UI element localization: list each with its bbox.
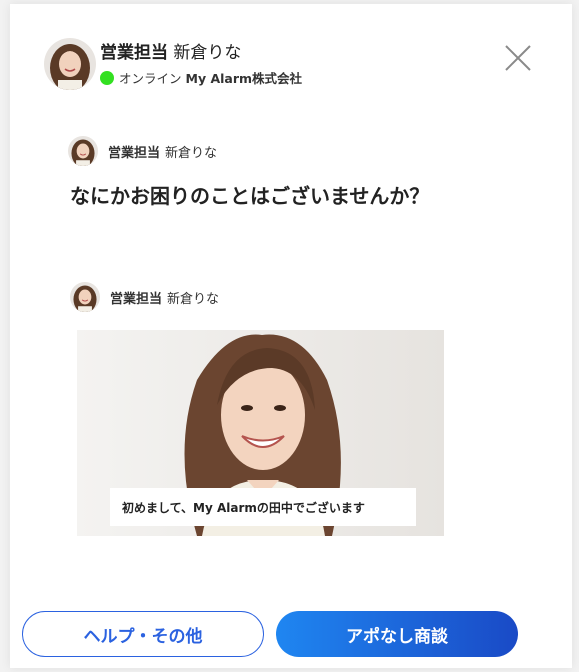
agent-name: 新倉りな bbox=[173, 43, 242, 63]
online-status-dot-icon bbox=[100, 70, 114, 85]
message-avatar bbox=[70, 282, 100, 312]
status-row: オンライン My Alarm株式会社 bbox=[100, 68, 302, 87]
company-name: My Alarm株式会社 bbox=[185, 71, 303, 86]
message-sender-name: 新倉りな bbox=[165, 145, 218, 161]
message-role: 営業担当 bbox=[108, 145, 161, 161]
instant-meeting-button[interactable]: アポなし商談 bbox=[276, 611, 518, 657]
message-header: 営業担当 新倉りな bbox=[68, 136, 217, 166]
agent-header-name: 営業担当 新倉りな bbox=[100, 38, 241, 63]
close-button[interactable] bbox=[503, 43, 533, 73]
message-role: 営業担当 bbox=[110, 291, 163, 307]
close-icon bbox=[505, 45, 531, 71]
message-header: 営業担当 新倉りな bbox=[70, 282, 219, 312]
message-avatar bbox=[68, 136, 98, 166]
help-button[interactable]: ヘルプ・その他 bbox=[22, 611, 264, 657]
agent-avatar bbox=[44, 38, 96, 90]
video-caption: 初めまして、My Alarmの田中でございます bbox=[110, 488, 416, 526]
status-text: オンライン bbox=[119, 71, 182, 86]
agent-role: 営業担当 bbox=[100, 43, 168, 63]
message-text: なにかお困りのことはございませんか？ bbox=[70, 184, 430, 208]
message-sender-name: 新倉りな bbox=[167, 291, 220, 307]
